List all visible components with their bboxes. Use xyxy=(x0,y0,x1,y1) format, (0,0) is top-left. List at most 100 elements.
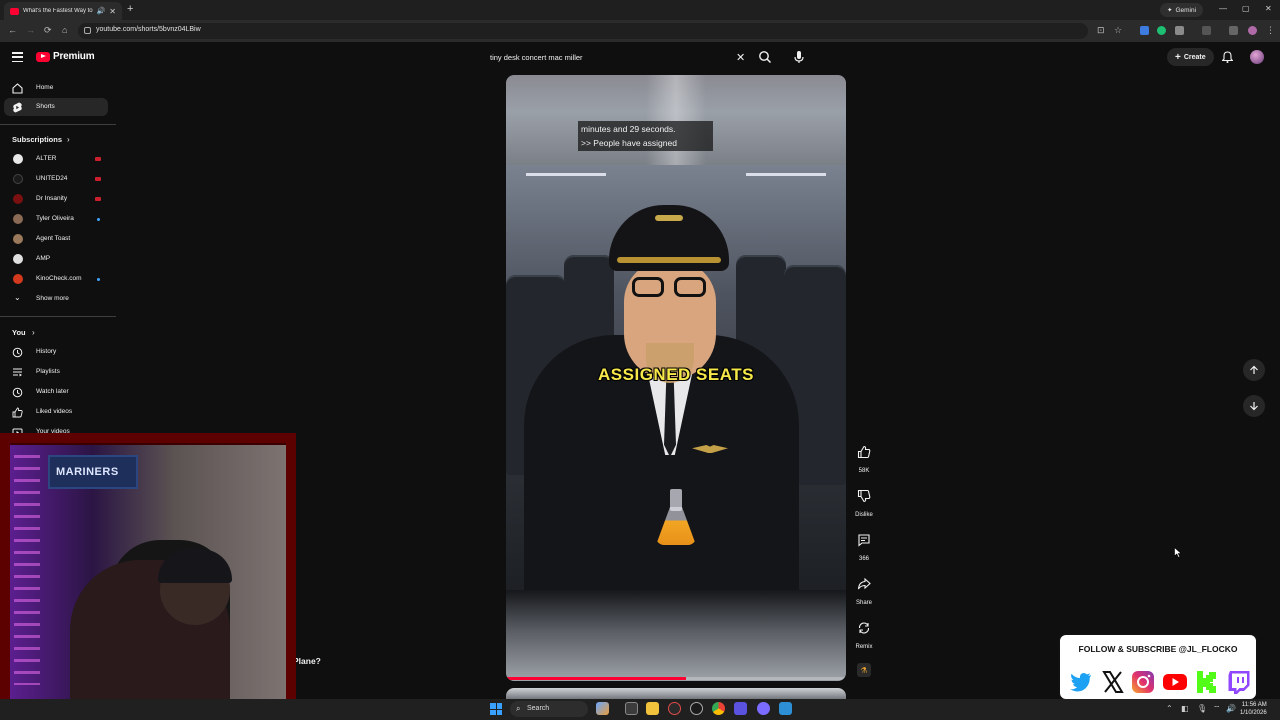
sidebar-item-tyler-oliveira[interactable]: Tyler Oliveira xyxy=(4,210,108,228)
sidebar-item-watch-later[interactable]: Watch later xyxy=(4,383,108,401)
youtube-favicon-icon xyxy=(10,7,19,15)
beaker-flask xyxy=(656,507,696,545)
app-icon[interactable] xyxy=(690,702,703,715)
downloads-icon[interactable] xyxy=(1229,26,1238,35)
sidebar-item-home[interactable]: Home xyxy=(4,79,108,97)
video-bottom-scene xyxy=(506,590,846,681)
microphone-icon[interactable] xyxy=(793,50,805,64)
video-overlay-text: ASSIGNED SEATS xyxy=(598,365,754,384)
back-button[interactable]: ← xyxy=(8,25,17,35)
app-icon[interactable] xyxy=(779,702,792,715)
sidebar-item-label: Show more xyxy=(36,295,69,302)
windows-start-button[interactable] xyxy=(490,703,502,715)
cabin-light xyxy=(746,173,826,176)
system-clock[interactable]: 11:56 AM 1/10/2026 xyxy=(1240,701,1267,717)
arrow-down-icon xyxy=(1250,402,1258,411)
video-progress-bar[interactable] xyxy=(506,677,846,680)
show-more-button[interactable]: ⌄ Show more xyxy=(4,290,108,308)
reload-button[interactable]: ⟳ xyxy=(44,25,52,36)
sound-thumbnail[interactable]: ⚗ xyxy=(857,663,871,677)
volume-icon[interactable]: 🔊 xyxy=(1226,704,1236,713)
sidebar-item-playlists[interactable]: Playlists xyxy=(4,363,108,381)
sidebar-item-shorts[interactable]: Shorts xyxy=(4,98,108,116)
extension-icon[interactable] xyxy=(1157,26,1166,35)
thumbs-up-icon xyxy=(857,445,871,459)
widgets-icon[interactable] xyxy=(596,702,609,715)
file-explorer-icon[interactable] xyxy=(646,702,659,715)
comments-button[interactable]: 366 xyxy=(852,533,876,562)
sidebar-item-agent-toast[interactable]: Agent Toast xyxy=(4,230,108,248)
close-window-button[interactable]: ✕ xyxy=(1265,4,1272,13)
wifi-icon[interactable]: ⌔ xyxy=(1213,704,1221,714)
sidebar-item-united24[interactable]: UNITED24 xyxy=(4,170,108,188)
mouse-cursor-icon xyxy=(1174,547,1182,558)
home-button[interactable]: ⌂ xyxy=(62,25,67,35)
sidebar-item-label: Agent Toast xyxy=(36,235,71,242)
clear-search-icon[interactable]: ✕ xyxy=(736,51,745,64)
task-view-icon[interactable] xyxy=(625,702,638,715)
sidebar-item-label: Watch later xyxy=(36,388,69,395)
live-indicator-icon xyxy=(95,157,101,161)
sidebar-item-kinocheck[interactable]: KinoCheck.com xyxy=(4,270,108,288)
youtube-premium-logo[interactable]: Premium xyxy=(36,51,95,62)
tray-overflow-icon[interactable]: ⌃ xyxy=(1166,704,1173,713)
profile-avatar-icon[interactable] xyxy=(1248,26,1257,35)
tab-close-icon[interactable]: ✕ xyxy=(109,7,116,16)
logo-text: Premium xyxy=(53,51,95,62)
new-content-dot-icon xyxy=(97,218,100,221)
tab-mute-icon[interactable]: 🔊 xyxy=(97,7,106,15)
next-short-button[interactable] xyxy=(1243,395,1265,417)
browser-tab-active[interactable]: What's the Fastest Way to 🔊 ✕ xyxy=(4,2,122,20)
tray-app-icon[interactable]: ◧ xyxy=(1181,704,1189,713)
video-progress-fill xyxy=(506,677,687,680)
new-tab-button[interactable]: + xyxy=(127,3,133,15)
taskbar-search-box[interactable]: ⌕ Search xyxy=(510,701,588,717)
sidebar-item-amp[interactable]: AMP xyxy=(4,250,108,268)
app-icon[interactable] xyxy=(668,702,681,715)
hamburger-menu-icon[interactable] xyxy=(12,52,23,62)
tray-mic-icon[interactable]: 🎙 xyxy=(1197,704,1207,713)
sidebar-item-history[interactable]: History xyxy=(4,343,108,361)
sidebar-item-alter[interactable]: ALTER xyxy=(4,150,108,168)
channel-avatar xyxy=(13,214,23,224)
extension-icon[interactable] xyxy=(1140,26,1149,35)
app-grid-icon[interactable] xyxy=(734,702,747,715)
notifications-bell-icon[interactable] xyxy=(1222,51,1233,63)
discord-icon[interactable] xyxy=(757,702,770,715)
maximize-window-button[interactable]: ▢ xyxy=(1242,4,1250,13)
bookmark-star-icon[interactable]: ☆ xyxy=(1114,25,1122,36)
browser-menu-icon[interactable]: ⋮ xyxy=(1266,25,1275,36)
forward-button[interactable]: → xyxy=(26,25,35,35)
chrome-icon[interactable] xyxy=(712,702,725,715)
chevron-right-icon: › xyxy=(32,328,35,337)
playlists-icon xyxy=(13,368,22,377)
subscriptions-header[interactable]: Subscriptions › xyxy=(4,130,108,148)
search-input[interactable]: tiny desk concert mac miller xyxy=(481,46,753,68)
dislike-button[interactable]: Dislike xyxy=(852,489,876,518)
you-header[interactable]: You › xyxy=(4,323,108,341)
extensions-puzzle-icon[interactable] xyxy=(1175,26,1184,35)
search-icon[interactable] xyxy=(758,50,772,64)
previous-short-button[interactable] xyxy=(1243,359,1265,381)
side-panel-icon[interactable] xyxy=(1202,26,1211,35)
short-title-partial: Plane? xyxy=(293,656,321,666)
minimize-window-button[interactable]: — xyxy=(1219,4,1227,13)
sidebar-item-label: Liked videos xyxy=(36,408,73,415)
sidebar-item-dr-insanity[interactable]: Dr Insanity xyxy=(4,190,108,208)
like-button[interactable]: 58K xyxy=(852,445,876,474)
new-content-dot-icon xyxy=(97,278,100,281)
sidebar-item-liked-videos[interactable]: Liked videos xyxy=(4,403,108,421)
share-button[interactable]: Share xyxy=(852,577,876,606)
address-bar[interactable]: youtube.com/shorts/5bvnz04LBiw xyxy=(78,23,1088,39)
create-button[interactable]: + Create xyxy=(1167,48,1214,66)
install-app-icon[interactable]: ⊡ xyxy=(1097,25,1105,36)
gemini-button[interactable]: ✦ Gemini xyxy=(1160,3,1204,17)
shorts-video-player[interactable]: minutes and 29 seconds. >> People have a… xyxy=(506,75,846,681)
remix-button[interactable]: Remix xyxy=(852,621,876,650)
site-info-icon[interactable] xyxy=(84,27,91,34)
mariners-banner: MARINERS xyxy=(48,455,138,489)
chevron-right-icon: › xyxy=(67,135,70,144)
liked-videos-icon xyxy=(12,407,23,418)
browser-toolbar: ← → ⟳ ⌂ youtube.com/shorts/5bvnz04LBiw ⊡… xyxy=(0,20,1280,42)
account-avatar[interactable] xyxy=(1250,50,1264,64)
